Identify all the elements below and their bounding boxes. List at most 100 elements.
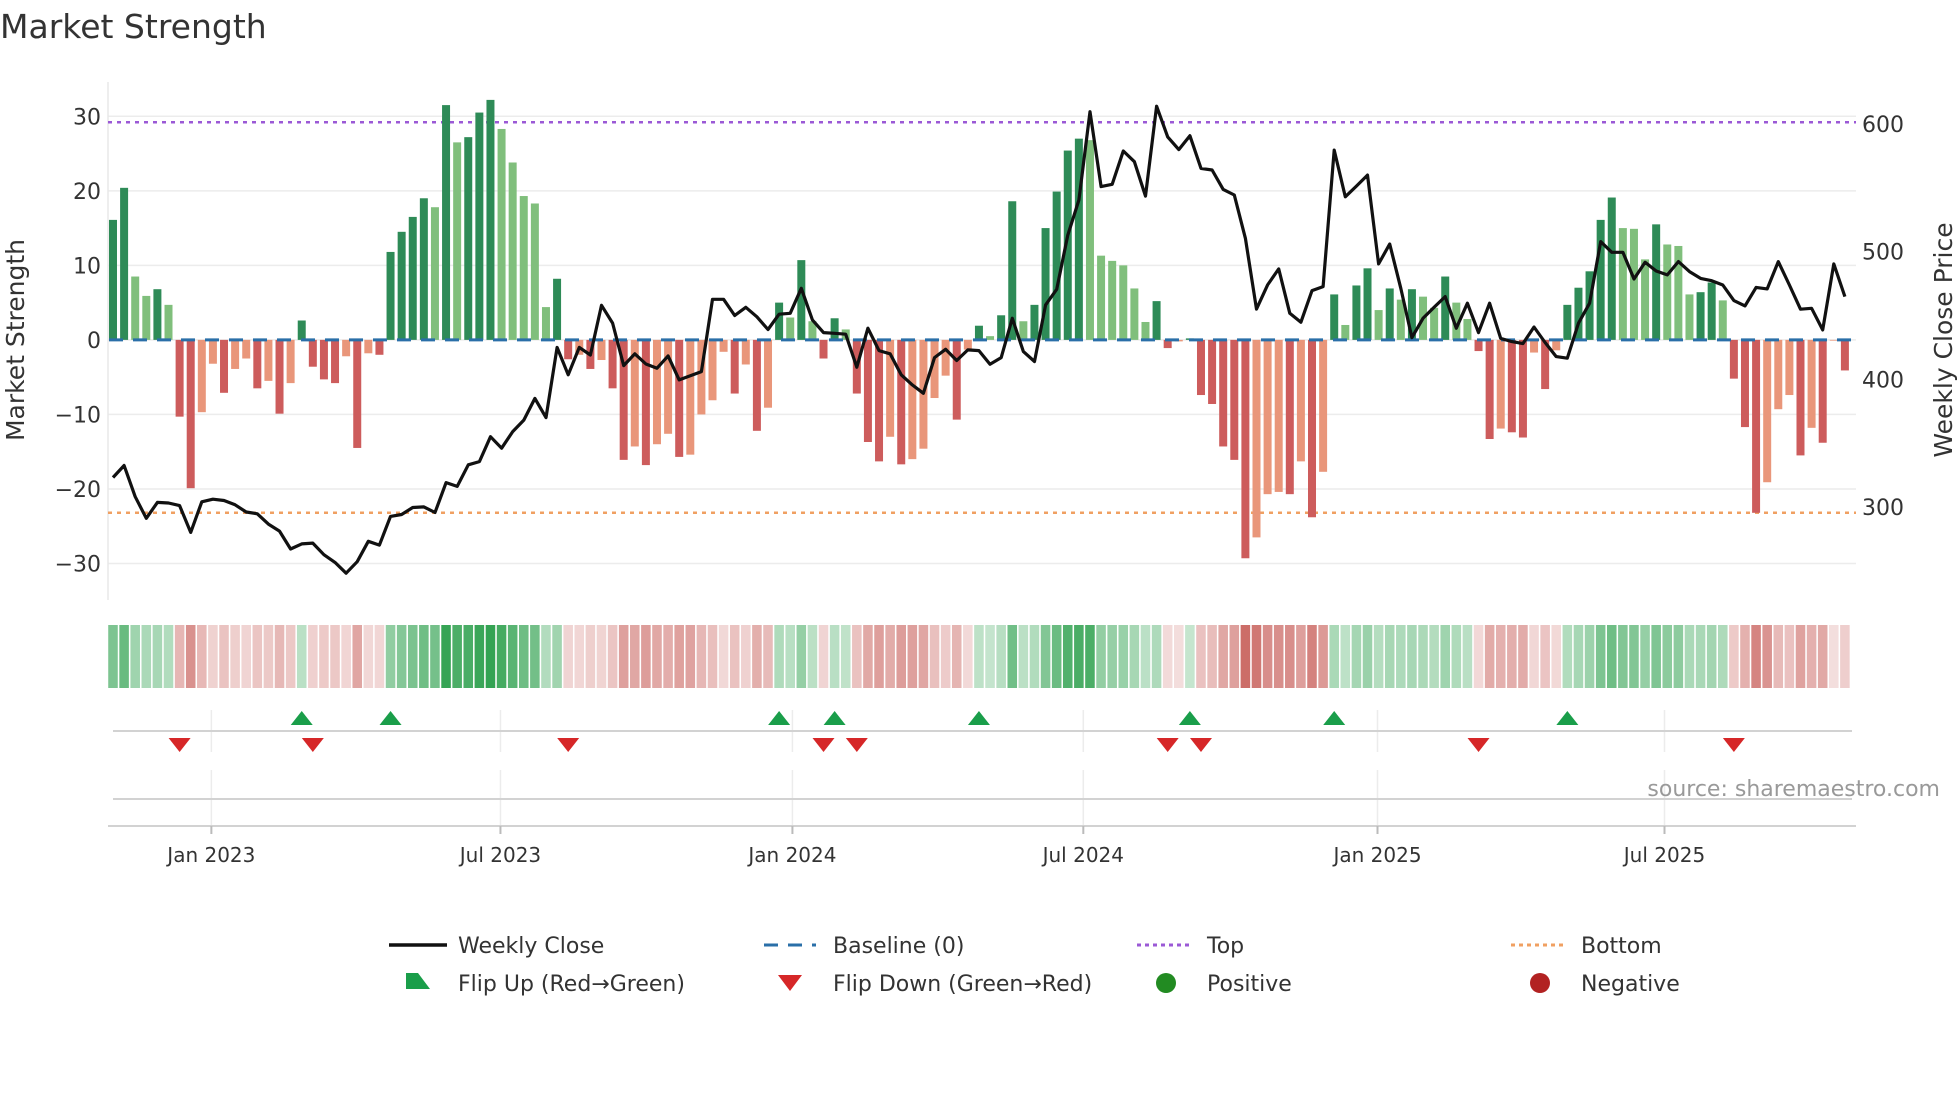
bar-negative	[1496, 339, 1505, 429]
triangle-down-icon	[778, 975, 802, 991]
flip-up-marker	[1323, 711, 1346, 725]
heat-cell	[630, 625, 640, 688]
bar-negative	[264, 339, 273, 381]
heat-cell	[352, 625, 363, 688]
bar-negative	[741, 339, 750, 365]
legend-item-negative[interactable]: Negative	[1530, 972, 1680, 997]
legend-item-bottom[interactable]: Bottom	[1511, 934, 1662, 959]
legend-item-flip-up[interactable]: Flip Up (Red→Green)	[406, 972, 685, 997]
bar-negative	[1552, 339, 1561, 351]
heat-cell	[863, 625, 873, 688]
heat-cell	[574, 625, 585, 688]
bar-positive	[1663, 244, 1672, 340]
bar-negative	[1319, 339, 1328, 472]
legend-label: Baseline (0)	[833, 934, 964, 959]
bar-negative	[819, 339, 828, 359]
legend-item-positive[interactable]: Positive	[1156, 972, 1292, 997]
heat-cell	[1773, 625, 1784, 688]
bar-negative	[197, 339, 206, 413]
y2-tick-label: 400	[1862, 368, 1904, 393]
heat-cell	[441, 625, 451, 688]
heat-cell	[1529, 625, 1539, 688]
heat-cell	[1551, 625, 1562, 688]
heat-cell	[1407, 625, 1417, 688]
flip-down-marker	[301, 738, 324, 752]
legend-item-baseline[interactable]: Baseline (0)	[764, 934, 964, 959]
x-axis-ticks: Jan 2023 Jul 2023 Jan 2024 Jul 2024 Jan 2025…	[165, 826, 1705, 867]
heat-cell	[1751, 625, 1761, 688]
heat-cell	[907, 625, 918, 688]
bar-positive	[1152, 301, 1161, 340]
y-tick-label: −30	[55, 552, 101, 577]
heat-cell	[963, 625, 973, 688]
legend-item-weekly-close[interactable]: Weekly Close	[389, 934, 604, 959]
level-lines	[108, 120, 1856, 515]
bar-positive	[1696, 292, 1705, 340]
heat-cell	[929, 625, 940, 688]
heat-cell	[541, 625, 551, 688]
heat-cell	[363, 625, 374, 688]
heat-cell	[530, 625, 540, 688]
bar-positive	[297, 320, 306, 340]
heat-cell	[1174, 625, 1184, 688]
heat-cell	[896, 625, 907, 688]
heat-cell	[1562, 625, 1573, 688]
bar-negative	[863, 339, 872, 442]
flip-down-marker	[845, 738, 868, 752]
heat-cell	[807, 625, 818, 688]
bar-positive	[120, 187, 129, 340]
heat-cell	[585, 625, 596, 688]
heat-cell	[1118, 625, 1129, 688]
heat-cell	[174, 625, 185, 688]
heat-cell	[1162, 625, 1173, 688]
bar-negative	[952, 339, 961, 420]
y-tick-label: 30	[73, 105, 101, 130]
bar-negative	[686, 339, 695, 455]
heat-cell	[996, 625, 1006, 688]
flip-up-marker	[823, 711, 846, 725]
heat-cell	[1651, 625, 1661, 688]
heat-cell	[263, 625, 274, 688]
bar-negative	[1507, 339, 1516, 433]
bar-positive	[164, 304, 173, 340]
bar-negative	[564, 339, 573, 360]
flip-down-marker	[812, 738, 835, 752]
bar-positive	[497, 128, 506, 340]
bar-negative	[286, 339, 295, 384]
bar-positive	[974, 325, 983, 340]
heat-cell	[1518, 625, 1528, 688]
heat-cell	[374, 625, 385, 688]
bar-positive	[1130, 288, 1139, 340]
flip-down-marker	[1467, 738, 1490, 752]
heat-cell	[1096, 625, 1106, 688]
heat-cell	[974, 625, 984, 688]
legend-item-top[interactable]: Top	[1137, 934, 1244, 959]
heat-cell	[1240, 625, 1251, 688]
heat-cell	[685, 625, 696, 688]
chart-title: Market Strength	[0, 7, 267, 46]
legend-label: Flip Up (Red→Green)	[458, 972, 685, 997]
legend-label: Bottom	[1581, 934, 1662, 959]
heat-cell	[1007, 625, 1018, 688]
heat-cell	[1396, 625, 1406, 688]
heat-cell	[185, 625, 196, 688]
heat-cell	[241, 625, 251, 688]
bar-positive	[775, 302, 784, 340]
bar-positive	[408, 216, 417, 340]
heat-cell	[1718, 625, 1728, 688]
heat-cell	[663, 625, 673, 688]
legend-item-flip-down[interactable]: Flip Down (Green→Red)	[778, 972, 1092, 997]
heat-cell	[197, 625, 207, 688]
y2-tick-label: 600	[1862, 113, 1904, 138]
flip-up-marker	[967, 711, 990, 725]
heat-cell	[1185, 625, 1195, 688]
flip-down-marker	[1722, 738, 1745, 752]
bar-negative	[675, 339, 684, 457]
bar-negative	[1530, 339, 1539, 353]
bar-negative	[875, 339, 884, 462]
bar-negative	[208, 339, 217, 364]
heat-cell	[596, 625, 607, 688]
bar-negative	[220, 339, 229, 393]
heat-cell	[1373, 625, 1384, 688]
heat-cell	[674, 625, 684, 688]
